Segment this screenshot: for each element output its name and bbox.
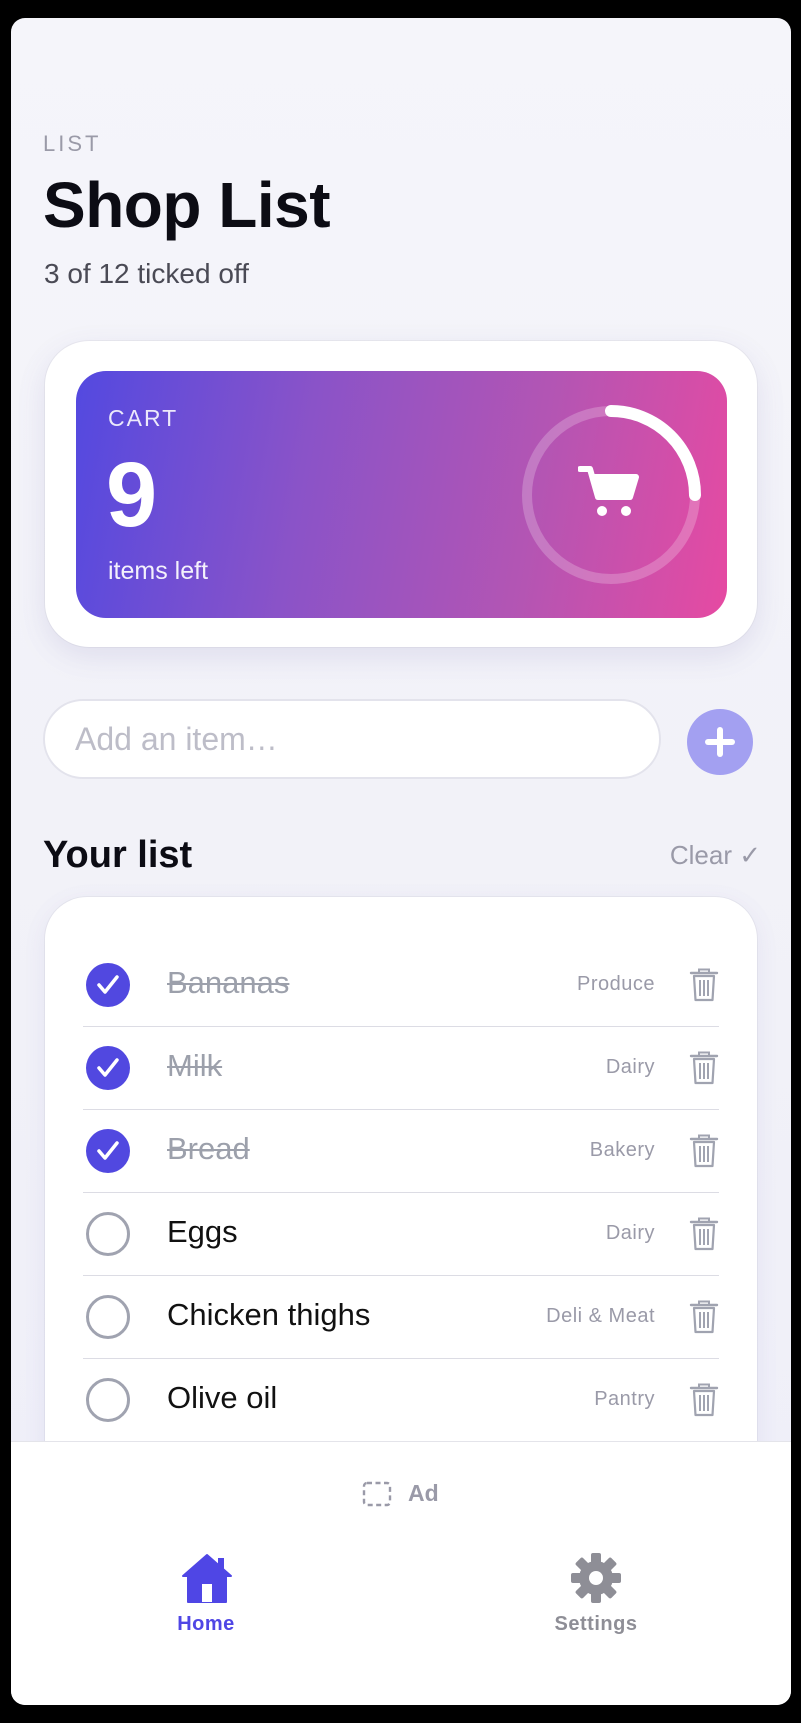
unchecked-checkbox[interactable] [86, 1295, 130, 1339]
item-category: Dairy [605, 1056, 655, 1078]
item-category: Bakery [589, 1139, 655, 1161]
item-category: Dairy [605, 1222, 655, 1244]
list-item[interactable]: Bread Bakery [83, 1110, 719, 1193]
list-item[interactable]: Chicken thighs Deli & Meat [83, 1276, 719, 1359]
list-section-title: Your list [43, 834, 193, 876]
checkmark-icon [97, 1058, 119, 1077]
checked-checkbox[interactable] [86, 963, 130, 1007]
checked-checkbox[interactable] [86, 1129, 130, 1173]
list-item[interactable]: Olive oil Pantry [83, 1359, 719, 1442]
trash-icon[interactable] [689, 968, 719, 1002]
progress-summary: 3 of 12 ticked off [44, 258, 249, 289]
page-title: Shop List [43, 169, 331, 241]
tab-home[interactable]: Home [136, 1552, 276, 1642]
home-icon [182, 1554, 232, 1603]
item-name: Milk [167, 1048, 223, 1083]
trash-icon[interactable] [689, 1134, 719, 1168]
items-left-count: 9 [106, 444, 158, 546]
page-eyebrow: LIST [43, 131, 102, 156]
checked-checkbox[interactable] [86, 1046, 130, 1090]
item-name: Bread [167, 1131, 250, 1166]
trash-icon[interactable] [689, 1217, 719, 1251]
add-item-input[interactable] [43, 699, 661, 779]
tab-settings[interactable]: Settings [526, 1552, 666, 1642]
add-item-button[interactable] [687, 709, 753, 775]
tab-home-label: Home [177, 1613, 235, 1635]
item-name: Eggs [167, 1214, 238, 1249]
item-name: Bananas [167, 965, 290, 1000]
ad-placeholder-icon [362, 1481, 392, 1506]
plus-icon [705, 727, 735, 757]
list-item[interactable]: Bananas Produce [83, 944, 719, 1027]
unchecked-checkbox[interactable] [86, 1378, 130, 1422]
cart-icon [578, 466, 639, 516]
bottom-bar: Ad Home Settings [11, 1441, 791, 1705]
checkmark-icon [97, 1141, 119, 1160]
items-left-label: items left [108, 557, 209, 585]
unchecked-checkbox[interactable] [86, 1212, 130, 1256]
ad-label: Ad [408, 1480, 439, 1506]
cart-gradient-panel: CART 9 items left [76, 371, 727, 618]
item-name: Olive oil [167, 1380, 278, 1415]
item-category: Deli & Meat [546, 1305, 655, 1327]
app-screen: LIST Shop List 3 of 12 ticked off CART 9… [11, 18, 791, 1705]
trash-icon[interactable] [689, 1383, 719, 1417]
gear-icon [571, 1553, 621, 1603]
trash-icon[interactable] [689, 1300, 719, 1334]
item-category: Produce [577, 973, 655, 995]
item-name: Chicken thighs [167, 1297, 371, 1332]
checkmark-icon [97, 975, 119, 994]
ad-banner[interactable]: Ad [362, 1480, 439, 1507]
cart-label: CART [108, 405, 179, 431]
clear-checked-button[interactable]: Clear ✓ [670, 840, 761, 871]
list-item[interactable]: Milk Dairy [83, 1027, 719, 1110]
tab-settings-label: Settings [554, 1613, 638, 1635]
list-item[interactable]: Eggs Dairy [83, 1193, 719, 1276]
cart-summary-card: CART 9 items left [45, 341, 757, 647]
item-category: Pantry [594, 1388, 655, 1410]
trash-icon[interactable] [689, 1051, 719, 1085]
